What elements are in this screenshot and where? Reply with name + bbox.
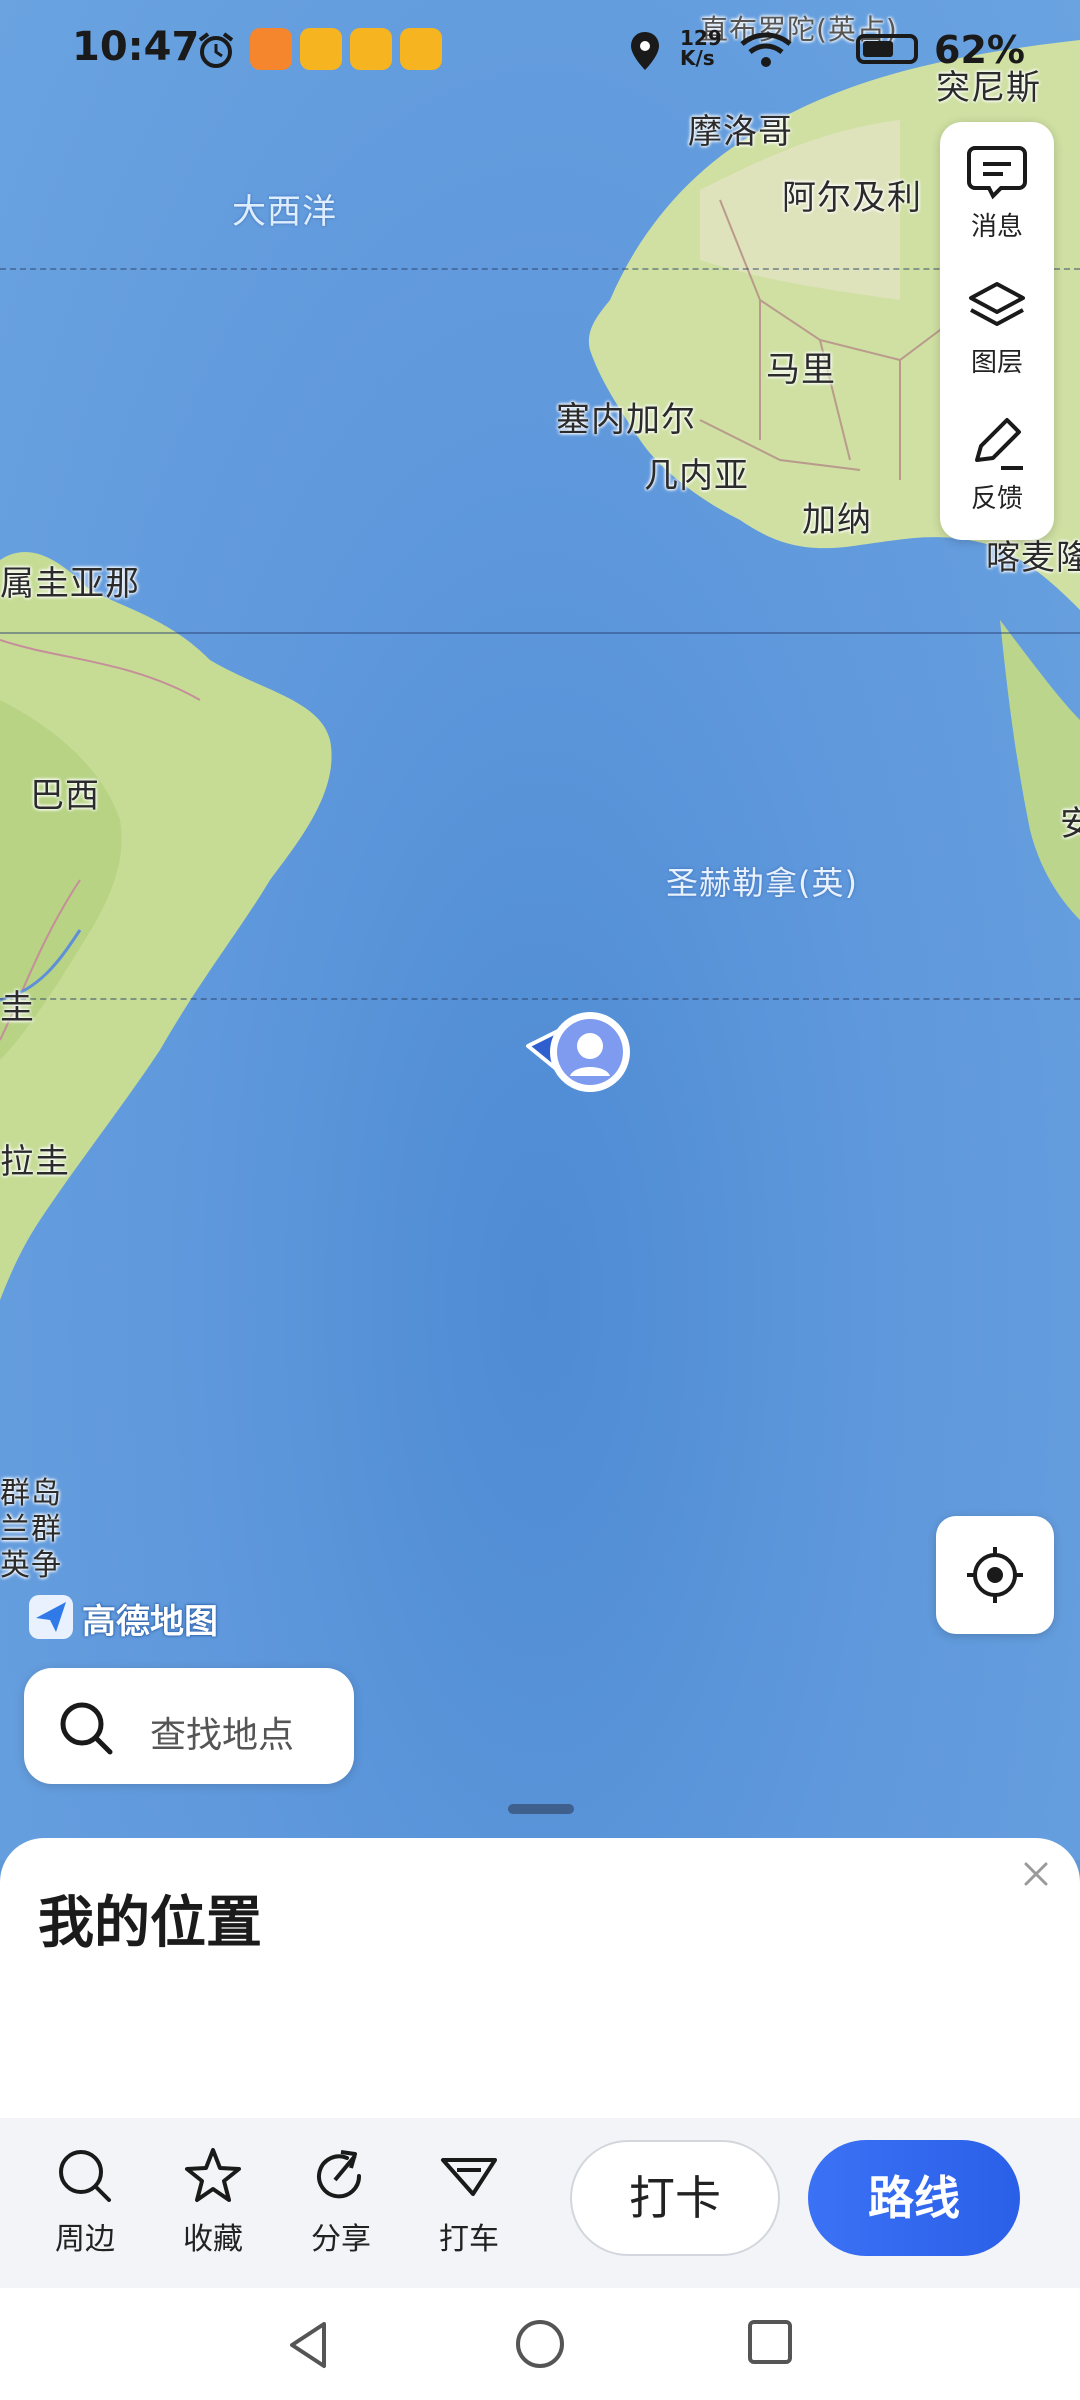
network-speed: 129 K/s bbox=[680, 28, 722, 68]
taxi-label: 打车 bbox=[439, 2222, 499, 2257]
messages-label: 消息 bbox=[970, 212, 1023, 242]
sheet-drag-handle[interactable] bbox=[508, 1804, 574, 1814]
close-icon[interactable] bbox=[1018, 1856, 1054, 1892]
country-label: 塞内加尔 bbox=[556, 400, 696, 440]
country-label: 属圭亚那 bbox=[0, 564, 140, 604]
status-time: 10:47 bbox=[72, 24, 200, 70]
taxi-icon bbox=[441, 2158, 497, 2196]
amap-logo: 高德地图 bbox=[28, 1594, 218, 1642]
status-bar: 10:47 129 K/s 62% bbox=[0, 0, 1080, 100]
wifi-icon bbox=[740, 32, 792, 67]
network-speed-value: 129 bbox=[680, 26, 722, 50]
search-icon bbox=[59, 2150, 111, 2202]
system-navigation-bar bbox=[0, 2288, 1080, 2400]
message-icon bbox=[967, 146, 1027, 200]
layers-label: 图层 bbox=[970, 348, 1023, 378]
country-label: 摩洛哥 bbox=[688, 112, 793, 152]
map-land bbox=[0, 40, 1080, 1300]
latitude-line bbox=[0, 998, 1080, 1000]
home-icon[interactable] bbox=[514, 2318, 566, 2370]
star-icon bbox=[185, 2148, 241, 2202]
favorite-button[interactable]: 收藏 bbox=[158, 2146, 268, 2258]
network-speed-unit: K/s bbox=[680, 46, 715, 70]
latitude-line bbox=[0, 268, 1080, 270]
share-button[interactable]: 分享 bbox=[286, 2146, 396, 2258]
island-label: 英争 bbox=[0, 1548, 62, 1583]
equator-line bbox=[0, 632, 1080, 634]
amap-logo-icon bbox=[29, 1595, 73, 1639]
weibo-icon bbox=[400, 28, 442, 70]
country-label: 巴西 bbox=[30, 776, 100, 816]
island-label-saint-helena: 圣赫勒拿(英) bbox=[666, 864, 858, 902]
crosshair-icon bbox=[967, 1547, 1023, 1603]
ocean-label-atlantic: 大西洋 bbox=[232, 192, 337, 232]
nearby-label: 周边 bbox=[55, 2222, 115, 2257]
layers-button[interactable]: 图层 bbox=[940, 258, 1054, 388]
layers-icon bbox=[969, 282, 1025, 326]
messages-button[interactable]: 消息 bbox=[940, 122, 1054, 252]
user-location-marker[interactable] bbox=[520, 1010, 640, 1110]
checkin-button[interactable]: 打卡 bbox=[570, 2140, 780, 2256]
map-view[interactable]: 大西洋 圣赫勒拿(英) 直布罗陀(英占) 摩洛哥 阿尔及利 马里 塞内加尔 几内… bbox=[0, 0, 1080, 1860]
country-label: 加纳 bbox=[802, 500, 872, 540]
country-label: 拉圭 bbox=[0, 1142, 70, 1182]
country-label: 阿尔及利 bbox=[782, 178, 922, 218]
feedback-label: 反馈 bbox=[970, 484, 1023, 514]
taxi-button[interactable]: 打车 bbox=[414, 2146, 524, 2258]
favorite-label: 收藏 bbox=[183, 2222, 243, 2257]
weibo-icon bbox=[350, 28, 392, 70]
app-notification-icon bbox=[250, 28, 292, 70]
country-label: 马里 bbox=[766, 350, 836, 390]
share-label: 分享 bbox=[311, 2222, 371, 2257]
alarm-icon bbox=[198, 32, 234, 68]
edit-pen-icon bbox=[975, 418, 1023, 470]
recents-icon[interactable] bbox=[746, 2318, 794, 2366]
back-icon[interactable] bbox=[284, 2318, 334, 2372]
search-placeholder: 查找地点 bbox=[150, 1715, 295, 1756]
nearby-button[interactable]: 周边 bbox=[30, 2146, 140, 2258]
country-label: 安 bbox=[1060, 804, 1080, 844]
share-icon bbox=[317, 2150, 362, 2199]
weibo-icon bbox=[300, 28, 342, 70]
country-label: 圭 bbox=[0, 988, 35, 1028]
location-status-icon bbox=[631, 32, 659, 70]
amap-logo-text: 高德地图 bbox=[82, 1602, 218, 1642]
sheet-title: 我的位置 bbox=[38, 1891, 262, 1956]
search-input[interactable]: 查找地点 bbox=[24, 1668, 354, 1784]
map-tool-panel: 消息 图层 反馈 bbox=[940, 122, 1054, 540]
search-icon bbox=[60, 1702, 113, 1755]
action-bar: 周边 收藏 分享 打车 打卡 路线 bbox=[0, 2118, 1080, 2288]
country-label: 几内亚 bbox=[644, 456, 749, 496]
locate-me-button[interactable] bbox=[936, 1516, 1054, 1634]
feedback-button[interactable]: 反馈 bbox=[940, 394, 1054, 524]
battery-percent: 62% bbox=[934, 28, 1025, 72]
battery-icon bbox=[856, 34, 918, 64]
route-button[interactable]: 路线 bbox=[808, 2140, 1020, 2256]
